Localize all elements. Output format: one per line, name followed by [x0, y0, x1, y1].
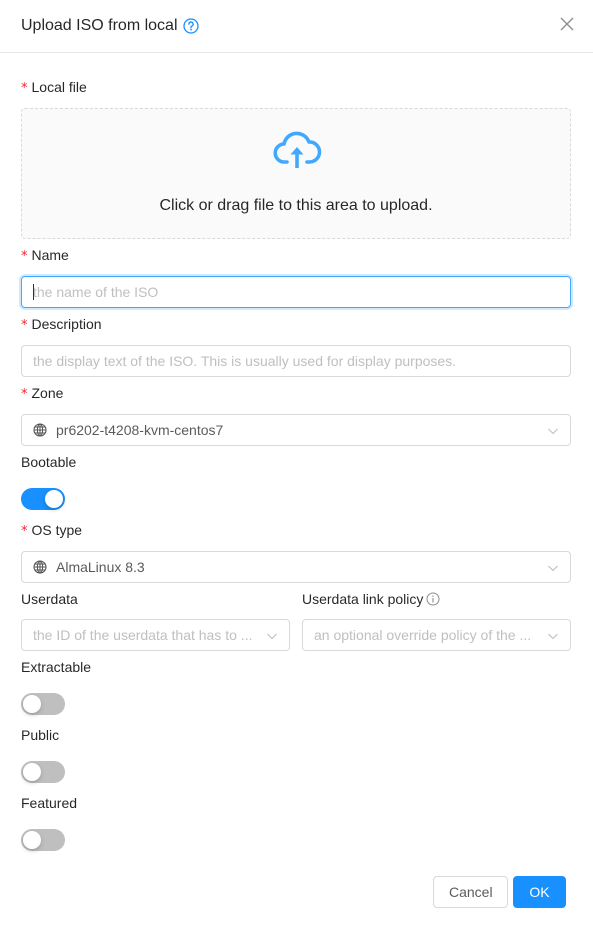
name-label: * Name — [21, 247, 69, 264]
public-switch[interactable] — [21, 761, 65, 783]
switch-knob — [23, 695, 41, 713]
userdata-link-policy-placeholder: an optional override policy of the ... — [314, 627, 532, 643]
cancel-button[interactable]: Cancel — [433, 876, 508, 908]
info-circle-icon[interactable] — [426, 592, 440, 606]
extractable-switch[interactable] — [21, 693, 65, 715]
text-cursor — [33, 284, 34, 300]
globe-icon — [33, 560, 47, 574]
name-input[interactable] — [21, 276, 571, 308]
dialog-title: Upload ISO from local — [21, 17, 178, 34]
extractable-label: Extractable — [21, 659, 92, 675]
featured-label: Featured — [21, 795, 78, 811]
bootable-label: Bootable — [21, 454, 77, 470]
file-upload-dropzone[interactable]: Click or drag file to this area to uploa… — [21, 108, 571, 239]
os-type-select[interactable]: AlmaLinux 8.3 — [21, 551, 571, 583]
chevron-down-icon — [266, 629, 278, 641]
question-circle-icon[interactable] — [182, 18, 199, 34]
dialog-header: Upload ISO from local — [0, 0, 593, 53]
userdata-label: Userdata — [21, 591, 78, 607]
bootable-switch[interactable] — [21, 488, 65, 510]
globe-icon — [33, 423, 47, 437]
zone-label: * Zone — [21, 385, 64, 402]
zone-select[interactable]: pr6202-t4208-kvm-centos7 — [21, 414, 571, 446]
description-input[interactable] — [21, 345, 571, 377]
ok-button[interactable]: OK — [513, 876, 566, 908]
zone-selected-value: pr6202-t4208-kvm-centos7 — [56, 422, 224, 438]
os-type-selected-value: AlmaLinux 8.3 — [56, 559, 145, 575]
userdata-link-policy-select[interactable]: an optional override policy of the ... — [302, 619, 571, 651]
os-type-label: * OS type — [21, 522, 83, 539]
cloud-upload-icon — [272, 127, 322, 171]
userdata-link-policy-label: Userdata link policy — [302, 591, 440, 607]
switch-knob — [23, 831, 41, 849]
upload-hint: Click or drag file to this area to uploa… — [159, 197, 433, 214]
chevron-down-icon — [547, 561, 559, 573]
switch-knob — [23, 763, 41, 781]
public-label: Public — [21, 727, 60, 743]
featured-switch[interactable] — [21, 829, 65, 851]
chevron-down-icon — [547, 629, 559, 641]
userdata-select[interactable]: the ID of the userdata that has to ... — [21, 619, 290, 651]
local-file-label: * Local file — [21, 79, 87, 96]
userdata-placeholder: the ID of the userdata that has to ... — [33, 627, 253, 643]
chevron-down-icon — [547, 424, 559, 436]
description-label: * Description — [21, 316, 102, 333]
close-icon[interactable] — [559, 16, 575, 32]
switch-knob — [45, 490, 63, 508]
